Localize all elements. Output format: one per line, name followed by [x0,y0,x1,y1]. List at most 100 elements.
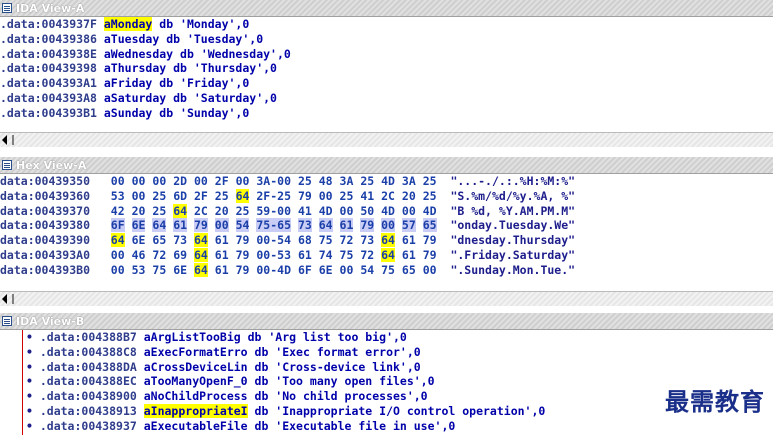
hex-byte[interactable]: 72 [360,248,374,262]
hex-byte[interactable]: 2C [381,189,395,203]
hex-byte[interactable]: 73 [360,233,374,247]
listing-line[interactable]: • .data:004388B7 aArgListTooBig db 'Arg … [26,330,773,345]
hex-ascii[interactable]: "onday.Tuesday.We" [450,218,575,232]
hex-byte[interactable]: 00 [152,174,166,188]
line-label[interactable]: aCrossDeviceLin [144,360,248,374]
hex-byte[interactable]: 72 [152,248,166,262]
hex-byte[interactable]: 65 [422,218,437,233]
hex-byte[interactable]: 73 [173,233,187,247]
listing-line[interactable]: .data:00439398 aThursday db 'Thursday',0 [0,61,773,76]
hex-byte[interactable]: 25 [236,204,250,218]
hex-byte[interactable]: 00 [111,174,125,188]
hex-byte[interactable]: 61 [215,263,229,277]
hex-byte[interactable]: 75 [152,263,166,277]
hex-byte[interactable]: 61 [402,233,416,247]
line-label[interactable]: aMonday [103,17,153,31]
hex-byte[interactable]: 64 [193,262,208,277]
hex-byte[interactable]: 61 [339,218,354,233]
listing-line[interactable]: .data:004393A8 aSaturday db 'Saturday',0 [0,91,773,106]
hex-byte[interactable]: 00 [132,189,146,203]
hex-byte[interactable]: 6F [110,218,125,233]
hex-byte[interactable]: 68 [298,233,312,247]
hex-byte[interactable]: 54 [235,218,250,233]
hex-byte[interactable]: 41 [360,189,374,203]
hex-byte[interactable]: 00 [111,263,125,277]
hex-byte[interactable]: 69 [173,248,187,262]
hex-byte[interactable]: 6F [298,263,312,277]
hex-byte[interactable]: 4D [423,204,437,218]
hex-byte[interactable]: 54 [360,263,374,277]
hex-byte[interactable]: 2F [194,189,208,203]
hex-byte[interactable]: 61 [173,218,188,233]
hex-view-a-titlebar[interactable]: Hex View-A [0,157,773,174]
listing-line[interactable]: • .data:004388DA aCrossDeviceLin db 'Cro… [26,360,773,375]
hex-byte[interactable]: 42 [111,204,125,218]
hex-byte[interactable]: 25 [298,174,312,188]
disassembly-listing-b[interactable]: • .data:004388B7 aArgListTooBig db 'Arg … [26,330,773,434]
hex-byte[interactable]: 79 [298,189,312,203]
listing-line[interactable]: • .data:004388EC aTooManyOpenF_0 db 'Too… [26,374,773,389]
hex-ascii[interactable]: "S.%m/%d/%y.%A, %" [450,189,575,203]
hex-byte[interactable]: 75 [319,233,333,247]
line-label[interactable]: aFriday [104,76,152,90]
ida-view-b-titlebar[interactable]: IDA View-B [0,313,773,330]
hex-byte[interactable]: 48 [319,174,333,188]
hex-byte[interactable]: 79 [193,218,208,233]
hex-byte[interactable]: 00 [381,218,395,233]
hex-byte[interactable]: 25 [215,189,229,203]
hex-byte[interactable]: 25 [360,174,374,188]
hex-byte[interactable]: 46 [132,248,146,262]
hex-byte[interactable]: 6E [131,218,146,233]
hex-byte[interactable]: 75 [381,263,395,277]
listing-line[interactable]: .data:0043938E aWednesday db 'Wednesday'… [0,47,773,62]
hex-byte[interactable]: 64 [152,218,167,233]
hex-byte[interactable]: 00-54 [256,233,291,247]
listing-line[interactable]: .data:004393B1 aSunday db 'Sunday',0 [0,106,773,121]
hex-byte[interactable]: 79 [236,263,250,277]
hex-byte[interactable]: 2F [215,174,229,188]
hex-byte[interactable]: 2F-25 [256,189,291,203]
hex-byte[interactable]: 53 [111,189,125,203]
hex-row[interactable]: data:00439370 42 20 25 64 2C 20 25 59-00… [0,203,773,219]
hex-byte[interactable]: 00 [340,263,354,277]
listing-line[interactable]: .data:004393A1 aFriday db 'Friday',0 [0,76,773,91]
hex-byte[interactable]: 25 [423,174,437,188]
hex-row[interactable]: data:004393B0 00 53 75 6E 64 61 79 00-4D… [0,262,773,278]
hex-byte[interactable]: 64 [193,233,208,248]
hex-byte[interactable]: 3A [340,174,354,188]
listing-line[interactable]: .data:0043937F aMonday db 'Monday',0 [0,17,773,32]
scroll-left-arrow-icon[interactable] [2,135,7,145]
hex-row[interactable]: data:00439380 6F 6E 64 61 79 00 54 75-65… [0,218,773,233]
hex-byte[interactable]: 25 [340,189,354,203]
line-label[interactable]: aSunday [104,106,152,120]
hex-byte[interactable]: 20 [215,204,229,218]
hex-byte[interactable]: 00 [214,218,229,233]
hex-byte[interactable]: 59-00 [256,204,291,218]
hex-byte[interactable]: 64 [235,188,250,203]
listing-line[interactable]: • .data:00438937 aExecutableFile db 'Exe… [26,419,773,434]
line-label[interactable]: aTuesday [104,32,159,46]
hex-byte[interactable]: 2D [173,174,187,188]
hex-byte[interactable]: 00 [423,263,437,277]
hex-ascii[interactable]: "dnesday.Thursday" [450,233,575,247]
scroll-left-arrow-icon[interactable] [2,294,7,304]
hex-row[interactable]: data:00439390 64 6E 65 73 64 61 79 00-54… [0,233,773,248]
line-label[interactable]: aThursday [104,61,166,75]
hex-byte[interactable]: 64 [318,218,333,233]
hex-byte[interactable]: 64 [381,233,395,248]
hex-byte[interactable]: 6E [132,233,146,247]
hex-byte[interactable]: 79 [423,233,437,247]
hex-byte[interactable]: 65 [402,263,416,277]
hex-byte[interactable]: 72 [340,233,354,247]
hex-byte[interactable]: 4D [381,204,395,218]
hex-byte[interactable]: 00 [236,174,250,188]
hex-byte[interactable]: 4D [319,204,333,218]
hex-byte[interactable]: 79 [236,248,250,262]
hex-dump[interactable]: data:00439350 00 00 00 2D 00 2F 00 3A-00… [0,174,773,278]
hex-byte[interactable]: 57 [401,218,416,233]
hex-byte[interactable]: 00-4D [256,263,291,277]
hex-byte[interactable]: 61 [402,248,416,262]
hex-byte[interactable]: 53 [132,263,146,277]
hex-byte[interactable]: 79 [360,218,375,233]
scroll-thumb[interactable] [12,135,14,145]
